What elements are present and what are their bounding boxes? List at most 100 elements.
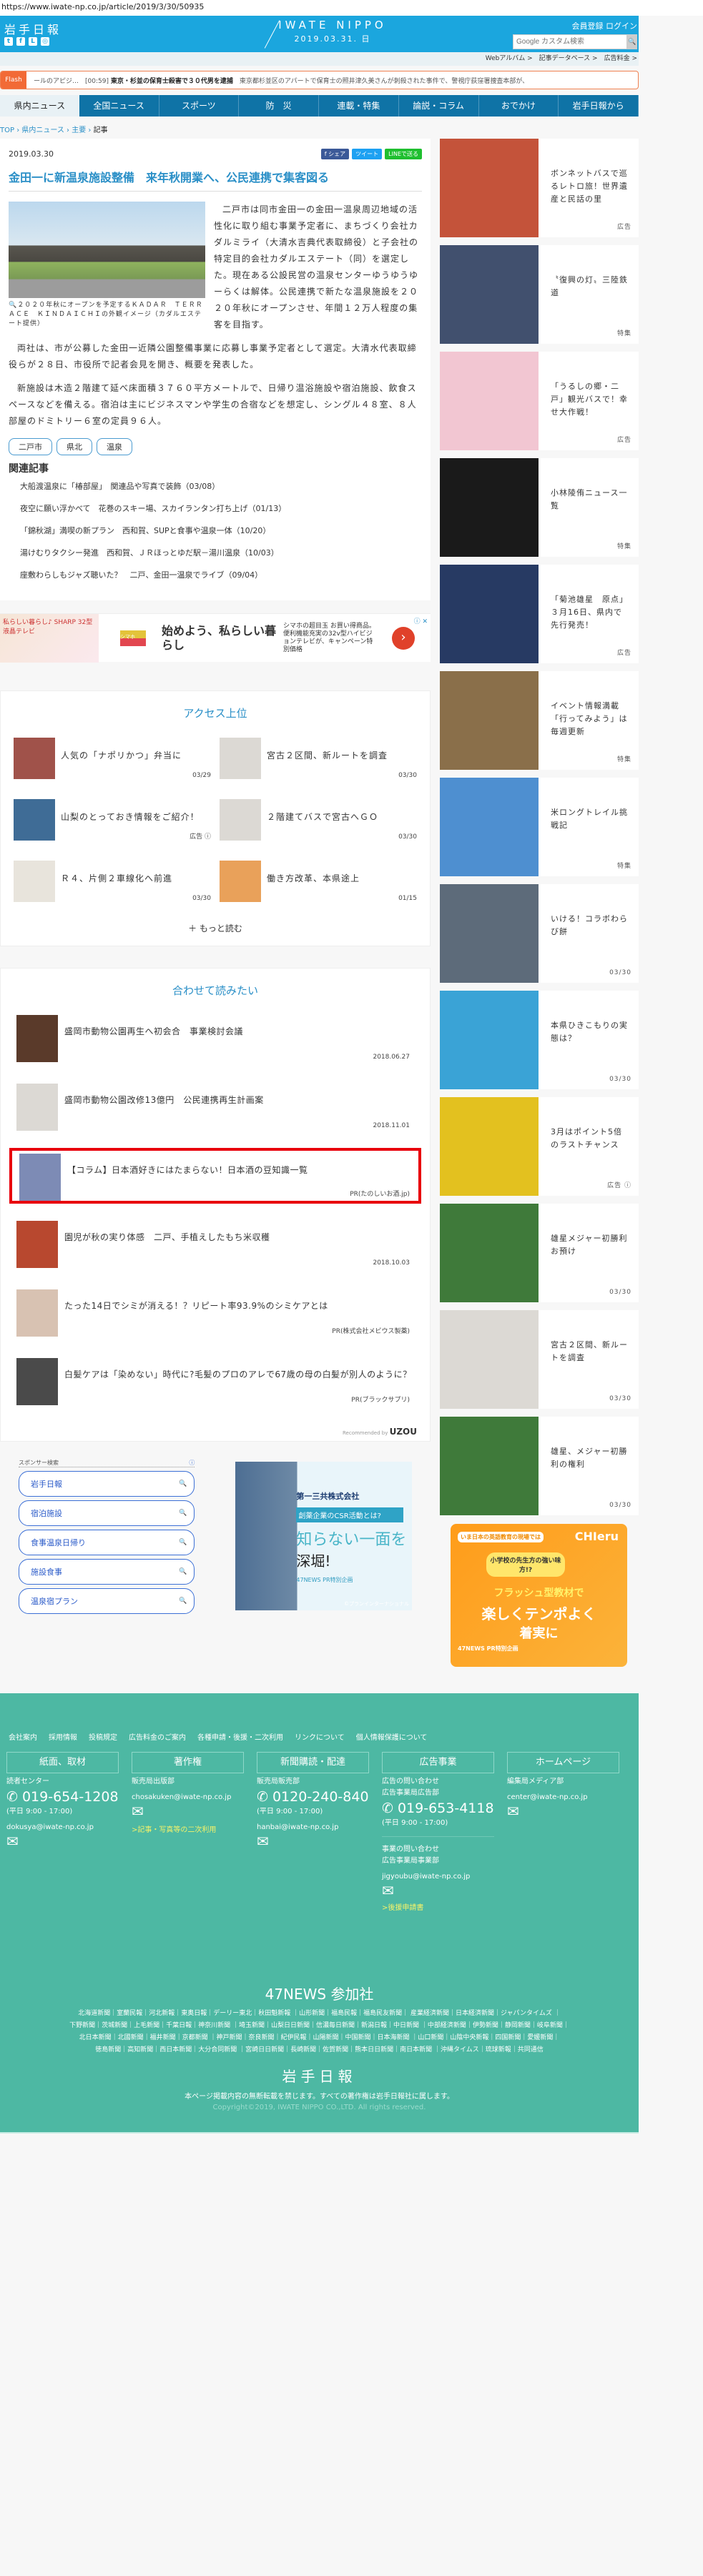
related-article-link[interactable]: 夜空に願い浮かべて 花巻のスキー場、スカイランタン打ち上げ（01/13）: [9, 497, 422, 520]
sidebar-card[interactable]: 「うるしの郷・二戸」観光バスで！幸せ大作戦！ 広告: [440, 352, 639, 450]
tag[interactable]: 二戸市: [9, 438, 52, 455]
footer-link[interactable]: 広告料金のご案内: [129, 1731, 186, 1742]
sidebar-card-title[interactable]: ボンネットバスで巡るレトロ旅！世界遺産と民話の里: [551, 167, 629, 206]
instagram-icon[interactable]: ◎: [41, 37, 49, 46]
nav-tab[interactable]: 岩手日報から: [559, 95, 639, 117]
ranking-item[interactable]: 山梨のとっておき情報をご紹介！ 広告 ⓘ: [14, 799, 211, 841]
ranking-thumbnail[interactable]: [14, 799, 55, 841]
sidebar-card[interactable]: 宮古２区間、新ルートを調査 03/30: [440, 1310, 639, 1409]
sidebar-card[interactable]: 雄星メジャー初勝利お預け 03/30: [440, 1204, 639, 1302]
paper-list-row[interactable]: 下野新聞｜茨城新聞｜上毛新聞｜千葉日報｜神奈川新聞 ｜埼玉新聞｜山梨日日新聞｜信…: [7, 2020, 631, 2032]
article-image[interactable]: [9, 202, 205, 298]
mail-icon[interactable]: ✉: [507, 1803, 619, 1819]
info-icon[interactable]: ⓘ: [189, 1459, 195, 1467]
facebook-icon[interactable]: f: [16, 37, 25, 46]
sidebar-card[interactable]: 「菊池雄星 原点」３月16日、県内で先行発売！ 広告: [440, 565, 639, 663]
sidebar-card-title[interactable]: 3月はポイント5倍のラストチャンス: [551, 1126, 629, 1151]
sponsor-search-item[interactable]: 食事温泉日帰り 🔍: [19, 1530, 195, 1555]
email[interactable]: center@iwate-np.co.jp: [507, 1792, 619, 1803]
ad-banner[interactable]: 私らしい暮らし♪ SHARP 32型液晶テレビ シマホ 始めよう、私らしい暮らし…: [0, 613, 431, 663]
breadcrumb-local[interactable]: 県内ニュース: [21, 127, 64, 134]
recommended-thumbnail[interactable]: [16, 1358, 58, 1405]
ad-close-icon[interactable]: ⓘ ✕: [414, 616, 428, 625]
sidebar-card-title[interactable]: 「うるしの郷・二戸」観光バスで！幸せ大作戦！: [551, 380, 629, 419]
nav-tab[interactable]: 県内ニュース: [0, 95, 79, 117]
nav-tab[interactable]: 全国ニュース: [79, 95, 159, 117]
sponsor-search-item[interactable]: 温泉宿プラン 🔍: [19, 1588, 195, 1614]
sidebar-card-title[interactable]: 本県ひきこもりの実態は？: [551, 1019, 629, 1045]
ranking-thumbnail[interactable]: [220, 738, 261, 779]
sidebar-card[interactable]: イベント情報満載「行ってみよう」は毎週更新 特集: [440, 671, 639, 770]
nav-tab[interactable]: スポーツ: [159, 95, 240, 117]
line-share-button[interactable]: LINEで送る: [385, 149, 422, 159]
uzou-credit[interactable]: Recommended by UZOU: [14, 1427, 417, 1437]
paper-list-row[interactable]: 北海道新聞｜室蘭民報｜河北新報｜東奥日報｜デーリー東北｜秋田魁新報 ｜山形新聞｜…: [7, 2008, 631, 2020]
sidebar-thumbnail[interactable]: [440, 884, 539, 983]
sidebar-card[interactable]: 3月はポイント5倍のラストチャンス 広告 ⓘ: [440, 1097, 639, 1196]
search-button[interactable]: 🔍: [627, 34, 637, 49]
brand-logo[interactable]: IWATE NIPPO 2019.03.31. 日: [247, 19, 418, 49]
phone-number[interactable]: ✆ 019-654-1208: [6, 1788, 119, 1806]
ranking-item[interactable]: 働き方改革、本県途上 01/15: [220, 861, 417, 902]
recommended-item[interactable]: たった14日でシミが消える！？リピート率93.9%のシミケアとは PR(株式会社…: [14, 1289, 417, 1337]
sidebar-card[interactable]: 米ロングトレイル挑戦記 特集: [440, 778, 639, 876]
ranking-thumbnail[interactable]: [220, 799, 261, 841]
sidebar-thumbnail[interactable]: [440, 245, 539, 344]
related-article-link[interactable]: 湯けむりタクシー発進 西和賀、ＪＲほっとゆだ駅－湯川温泉（10/03）: [9, 542, 422, 564]
email[interactable]: dokusya@iwate-np.co.jp: [6, 1822, 119, 1833]
phone-number[interactable]: ✆ 019-653-4118: [382, 1799, 494, 1818]
flash-ticker[interactable]: Flash ールのアピジ… [00:59] 東京・杉並の保育士殺害で３０代男を逮…: [0, 71, 639, 89]
twitter-icon[interactable]: t: [4, 37, 13, 46]
recommended-title[interactable]: 盛岡市動物公園再生へ初会合 事業検討会議: [64, 1024, 243, 1062]
breadcrumb-main[interactable]: 主要: [72, 127, 86, 134]
sub-links[interactable]: Webアルバム > 記事データベース > 広告料金 >: [0, 52, 639, 66]
recommended-thumbnail[interactable]: [16, 1084, 58, 1131]
sidebar-card-title[interactable]: いける！コラボわらび餅: [551, 913, 629, 938]
ranking-item[interactable]: 宮古２区間、新ルートを調査 03/30: [220, 738, 417, 779]
footer-link[interactable]: 個人情報保護について: [356, 1731, 428, 1742]
ranking-title[interactable]: 働き方改革、本県途上: [267, 872, 360, 902]
sidebar-card-title[interactable]: 「菊池雄星 原点」３月16日、県内で先行発売！: [551, 593, 629, 632]
ad-headline[interactable]: 始めよう、私らしい暮らし: [162, 624, 276, 653]
paper-list-row[interactable]: 北日本新聞｜北國新聞｜福井新聞｜京都新聞 ｜神戸新聞｜奈良新聞｜紀伊民報｜山陽新…: [7, 2032, 631, 2044]
mail-icon[interactable]: ✉: [132, 1803, 244, 1819]
related-article-link[interactable]: 座敷わらしもジャズ聴いた？ 二戸、金田一温泉でライブ（09/04）: [9, 564, 422, 586]
footer-link[interactable]: 採用情報: [49, 1731, 77, 1742]
site-logo[interactable]: 岩手日報: [4, 20, 62, 37]
recommended-item[interactable]: 盛岡市動物公園再生へ初会合 事業検討会議 2018.06.27: [14, 1015, 417, 1062]
line-icon[interactable]: L: [29, 37, 37, 46]
sidebar-card-title[interactable]: 雄星、メジャー初勝利の権利: [551, 1445, 629, 1471]
sidebar-thumbnail[interactable]: [440, 1310, 539, 1409]
sidebar-thumbnail[interactable]: [440, 1204, 539, 1302]
breadcrumb-top[interactable]: TOP: [0, 127, 14, 134]
ranking-thumbnail[interactable]: [14, 861, 55, 902]
recommended-title[interactable]: 【コラム】日本酒好きにはたまらない！日本酒の豆知識一覧: [67, 1162, 308, 1198]
nav-tab[interactable]: 防 災: [239, 95, 319, 117]
sidebar-card-title[interactable]: 米ロングトレイル挑戦記: [551, 806, 629, 832]
recommended-thumbnail[interactable]: [16, 1015, 58, 1062]
nav-tab[interactable]: おでかけ: [479, 95, 559, 117]
recommended-item[interactable]: 園児が秋の実り体感 二戸、手植えしたもち米収穫 2018.10.03: [14, 1221, 417, 1268]
mail-icon[interactable]: ✉: [257, 1833, 369, 1849]
footer-link[interactable]: 会社案内: [9, 1731, 37, 1742]
recommended-title[interactable]: 園児が秋の実り体感 二戸、手植えしたもち米収穫: [64, 1229, 270, 1268]
sidebar-thumbnail[interactable]: [440, 1097, 539, 1196]
recommended-thumbnail[interactable]: [16, 1221, 58, 1268]
sidebar-card[interactable]: ボンネットバスで巡るレトロ旅！世界遺産と民話の里 広告: [440, 139, 639, 237]
facebook-share-button[interactable]: f シェア: [320, 149, 350, 159]
sidebar-card-title[interactable]: 〝復興の灯〟三陸鉄道: [551, 274, 629, 299]
recommended-thumbnail[interactable]: [19, 1154, 61, 1201]
chieru-ad[interactable]: いま日本の英語教育の現場では CHIeru 小学校の先生方の強い味方!? フラッ…: [451, 1524, 627, 1667]
sidebar-thumbnail[interactable]: [440, 671, 539, 770]
nav-tab[interactable]: 連載・特集: [319, 95, 399, 117]
ranking-title[interactable]: 宮古２区間、新ルートを調査: [267, 749, 388, 779]
sidebar-card-title[interactable]: 小林陵侑ニュース一覧: [551, 487, 629, 512]
sidebar-card[interactable]: 本県ひきこもりの実態は？ 03/30: [440, 991, 639, 1089]
phone-number[interactable]: ✆ 0120-240-840: [257, 1788, 369, 1806]
sponsorship-link[interactable]: >後援申請書: [382, 1903, 494, 1914]
search-input[interactable]: [513, 34, 627, 49]
email[interactable]: hanbai@iwate-np.co.jp: [257, 1822, 369, 1833]
sponsor-search-item[interactable]: 岩手日報 🔍: [19, 1471, 195, 1497]
article-photo[interactable]: 🔍２０２０年秋にオープンを予定するＫＡＤＡＲ ＴＥＲＲＡＣＥ ＫＩＮＤＡＩＣＨＩ…: [9, 202, 205, 329]
mail-icon[interactable]: ✉: [382, 1883, 494, 1898]
